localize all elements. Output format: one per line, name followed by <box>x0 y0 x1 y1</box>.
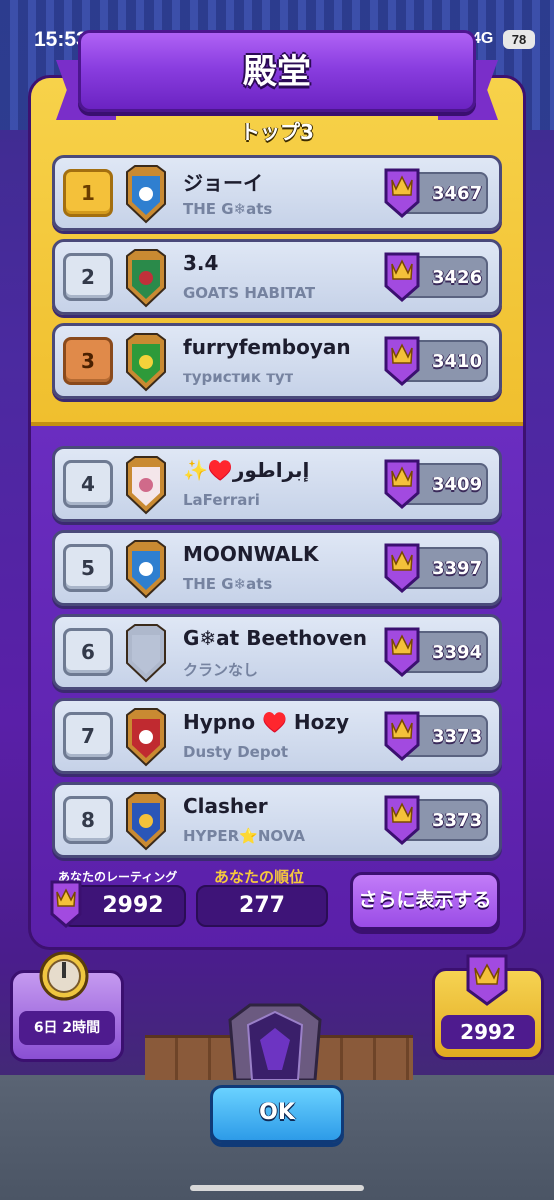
rank-badge: 5 <box>63 544 113 592</box>
player-name: Clasher <box>183 794 268 818</box>
clan-name: LaFerrari <box>183 491 260 509</box>
trophy-road-value: 2992 <box>441 1015 535 1049</box>
trophy-value: 3394 <box>432 642 483 663</box>
clan-name: THE G❄ats <box>183 575 273 593</box>
page-title: 殿堂 <box>243 52 311 92</box>
ok-button[interactable]: OK <box>210 1085 344 1143</box>
leaderboard-row[interactable]: 5 MOONWALK THE G❄ats 3397 <box>52 530 502 606</box>
star-shield-icon <box>126 792 166 851</box>
trophy-count: 3394 <box>384 627 488 677</box>
rank-badge: 6 <box>63 628 113 676</box>
trophy-count: 3397 <box>384 543 488 593</box>
leaderboard-row[interactable]: 2 3.4 GOATS HABITAT 3426 <box>52 239 502 315</box>
trophy-crown-icon <box>50 880 82 928</box>
clan-name: Dusty Depot <box>183 743 289 761</box>
clan-name: GOATS HABITAT <box>183 284 316 302</box>
trophy-count: 3426 <box>384 252 488 302</box>
clan-name: HYPER⭐NOVA <box>183 827 305 845</box>
leaderboard-row[interactable]: 6 G❄at Beethoven クランなし 3394 <box>52 614 502 690</box>
rank-badge: 4 <box>63 460 113 508</box>
trophy-count: 3410 <box>384 336 488 386</box>
trophy-count: 3373 <box>384 795 488 845</box>
rank-badge: 2 <box>63 253 113 301</box>
show-more-button[interactable]: さらに表示する <box>350 872 500 930</box>
trophy-value: 3426 <box>432 267 483 288</box>
empty-shield-icon <box>126 624 166 683</box>
top3-title: トップ3 <box>240 120 314 144</box>
season-timer-value: 6日 2時間 <box>19 1011 115 1045</box>
trophy-crown-icon <box>384 795 420 845</box>
clan-name: クランなし <box>183 661 259 679</box>
trophy-crown-icon <box>384 459 420 509</box>
snowflake-shield-icon <box>126 165 166 224</box>
trophy-value: 3467 <box>432 183 483 204</box>
trophy-value: 3409 <box>432 474 483 495</box>
player-name: ジョーイ <box>183 171 263 195</box>
player-name: 3.4 <box>183 251 219 275</box>
player-name: MOONWALK <box>183 542 319 566</box>
rank-badge: 7 <box>63 712 113 760</box>
leaderboard-row[interactable]: 8 Clasher HYPER⭐NOVA 3373 <box>52 782 502 858</box>
leaderboard-row[interactable]: 1 ジョーイ THE G❄ats 3467 <box>52 155 502 231</box>
leaderboard-row[interactable]: 7 Hypno ♥️ Hozy Dusty Depot 3373 <box>52 698 502 774</box>
brazil-shield-icon <box>126 333 166 392</box>
player-name: Hypno ♥️ Hozy <box>183 710 350 734</box>
trophy-crown-icon <box>466 954 508 1006</box>
trophy-crown-icon <box>384 543 420 593</box>
rank-badge: 3 <box>63 337 113 385</box>
trophy-crown-icon <box>384 252 420 302</box>
trophy-value: 3373 <box>432 726 483 747</box>
flower-shield-icon <box>126 456 166 515</box>
clock-icon <box>39 951 89 1001</box>
arrow-shield-icon <box>126 708 166 767</box>
rank-badge: 8 <box>63 796 113 844</box>
leaderboard-row[interactable]: 4 ✨♥️إبراطور LaFerrari 3409 <box>52 446 502 522</box>
trophy-crown-icon <box>384 168 420 218</box>
your-rank-label: あなたの順位 <box>214 868 305 886</box>
title-ribbon: 殿堂 <box>56 30 498 120</box>
trophy-count: 3467 <box>384 168 488 218</box>
trophy-crown-icon <box>384 627 420 677</box>
arena-icon[interactable] <box>220 1000 330 1080</box>
leaderboard-row[interactable]: 3 furryfemboyan туристик тут 3410 <box>52 323 502 399</box>
player-name: ✨♥️إبراطور <box>183 458 310 482</box>
rank-badge: 1 <box>63 169 113 217</box>
trophy-crown-icon <box>384 336 420 386</box>
trophy-value: 3397 <box>432 558 483 579</box>
trophy-value: 3410 <box>432 351 483 372</box>
home-indicator <box>190 1185 364 1191</box>
clan-name: THE G❄ats <box>183 200 273 218</box>
snowflake-shield-icon <box>126 540 166 599</box>
trophy-value: 3373 <box>432 810 483 831</box>
clan-name: туристик тут <box>183 368 294 386</box>
trophy-count: 3373 <box>384 711 488 761</box>
your-rank-value: 277 <box>196 885 328 927</box>
trophy-crown-icon <box>384 711 420 761</box>
trophy-count: 3409 <box>384 459 488 509</box>
striped-shield-icon <box>126 249 166 308</box>
battery-icon: 78 <box>503 30 535 49</box>
player-name: G❄at Beethoven <box>183 626 367 650</box>
player-name: furryfemboyan <box>183 335 351 359</box>
